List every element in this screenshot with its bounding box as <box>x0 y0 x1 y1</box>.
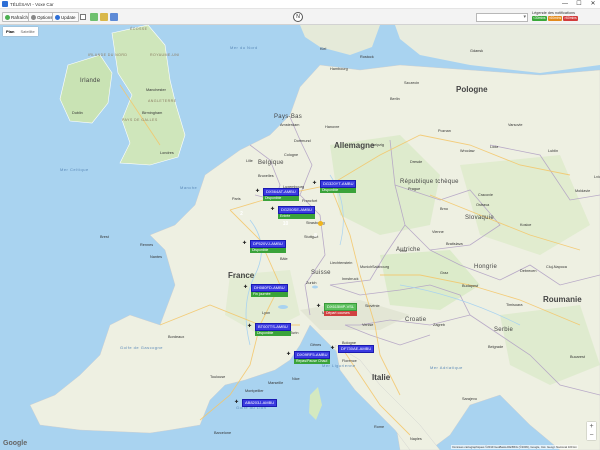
vehicle-name: AB8203J-AMBU <box>242 399 278 407</box>
vehicle-marker[interactable]: ✚ DX564AT-AMBU Disponible <box>253 188 299 201</box>
legend-item: <30mins <box>532 16 547 21</box>
vehicle-label: DH080FD-AMBU Fin journée <box>251 284 288 297</box>
vehicle-label: DG250SE-AMBU Entrée <box>278 206 315 219</box>
map-type-plan[interactable]: Plan <box>3 27 17 36</box>
vehicle-name: DH080FD-AMBU <box>251 284 288 292</box>
vehicle-name: DF730AE-AMBU <box>338 345 375 353</box>
ambulance-icon: ✚ <box>316 303 321 308</box>
vehicle-marker[interactable]: ✚ DX615MP-VSL Départ courses <box>314 303 358 316</box>
vehicle-label: DP520VJ-AMBU Disponible <box>250 240 286 253</box>
chevron-down-icon[interactable]: ▾ <box>523 14 526 21</box>
vehicle-marker[interactable]: ✚ DP520VJ-AMBU Disponible <box>240 240 286 253</box>
vehicle-marker[interactable]: ✚ DG250SE-AMBU Entrée <box>268 206 315 219</box>
vehicle-label: DX09RF5-AMBU Repas/Pause Chauf. <box>294 351 331 364</box>
vehicle-status: Entrée <box>278 214 315 219</box>
map-type-switch: Plan Satellite <box>3 27 38 36</box>
vehicle-name: BT007TS-AMBU <box>255 323 291 331</box>
vehicle-status: Disponible <box>263 196 299 201</box>
update-button[interactable]: Update <box>52 12 79 22</box>
vehicle-marker[interactable]: ✚ DG320YT-AMBU Disponible <box>310 180 357 193</box>
ambulance-icon: ✚ <box>286 351 291 356</box>
ambulance-icon: ✚ <box>242 240 247 245</box>
toolbar-checkbox[interactable] <box>80 14 86 20</box>
cluster-count: 2 <box>240 211 243 217</box>
vehicle-marker[interactable]: ✚ DX09RF5-AMBU Repas/Pause Chauf. <box>284 351 331 364</box>
vehicle-cluster[interactable]: 10 <box>281 220 290 229</box>
toolbar: Rafraîchir Options Update N ▾ Légende de… <box>0 9 600 25</box>
zoom-in-button[interactable]: + <box>587 422 596 431</box>
legend-item: >60mins <box>563 16 578 21</box>
vehicle-name: DP520VJ-AMBU <box>250 240 286 248</box>
vehicle-label: DG320YT-AMBU Disponible <box>320 180 357 193</box>
ambulance-icon: ✚ <box>234 399 239 404</box>
ambulance-icon: ✚ <box>255 188 260 193</box>
vehicle-status: Disponible <box>255 331 291 336</box>
options-button-label: Options <box>37 14 53 20</box>
gear-icon <box>31 14 36 20</box>
route-icon[interactable] <box>110 13 118 21</box>
vehicle-marker[interactable]: ✚ DH080FD-AMBU Fin journée <box>241 284 288 297</box>
vehicle-name: DX564AT-AMBU <box>263 188 299 196</box>
vehicle-status: Disponible <box>250 248 286 253</box>
poi-marker[interactable] <box>318 221 323 226</box>
vehicle-label: DX564AT-AMBU Disponible <box>263 188 299 201</box>
vehicle-name: DG320YT-AMBU <box>320 180 357 188</box>
cluster-count: 10 <box>282 221 289 227</box>
ambulance-icon: ✚ <box>312 180 317 185</box>
legend-title: Légende des notifications <box>532 11 576 15</box>
vehicle-status: Fin journée <box>251 292 288 297</box>
legend-item: <60mins <box>547 16 563 21</box>
app-icon <box>2 1 8 7</box>
compass-icon[interactable]: N <box>293 12 303 22</box>
notification-legend: Légende des notifications <30mins <60mins… <box>532 11 600 24</box>
refresh-icon <box>5 14 10 20</box>
vehicle-name: DX615MP-VSL <box>324 303 358 311</box>
cluster-count: 8 <box>314 233 317 239</box>
vehicle-status: Départ courses <box>324 311 358 316</box>
ambulance-icon: ✚ <box>247 323 252 328</box>
vehicle-name: DX09RF5-AMBU <box>294 351 331 359</box>
vehicle-status: Disponible <box>320 188 357 193</box>
map-type-satellite[interactable]: Satellite <box>17 27 37 36</box>
ambulance-icon: ✚ <box>243 284 248 289</box>
vehicle-status: Repas/Pause Chauf. <box>294 359 331 364</box>
vehicle-label: BT007TS-AMBU Disponible <box>255 323 291 336</box>
window-controls: — ☐ ✕ <box>558 0 600 9</box>
vehicle-marker[interactable]: ✚ AB8203J-AMBU <box>232 399 278 407</box>
user-icon[interactable] <box>100 13 108 21</box>
vehicle-label: DF730AE-AMBU <box>338 345 375 353</box>
map-view[interactable]: Plan Satellite Allemagne France Pologne … <box>0 25 600 450</box>
window-titlebar: TÉLÉSAVI - Voxe Car — ☐ ✕ <box>0 0 600 9</box>
map-base-layer <box>29 25 600 450</box>
vehicle-label: AB8203J-AMBU <box>242 399 278 407</box>
window-title: TÉLÉSAVI - Voxe Car <box>10 1 54 7</box>
google-logo: Google <box>3 440 28 447</box>
vehicle-marker[interactable]: ✚ DF730AE-AMBU <box>328 345 375 353</box>
map-attribution: Données cartographiques ©2019 GeoBasis-D… <box>451 445 578 449</box>
search-input[interactable]: ▾ <box>476 13 528 22</box>
vehicle-cluster[interactable]: 2 <box>237 210 246 219</box>
maximize-icon[interactable]: ☐ <box>572 0 586 9</box>
zoom-out-button[interactable]: − <box>587 431 596 440</box>
legend-items: <30mins <60mins >60mins <box>532 16 600 21</box>
vehicle-name: DG250SE-AMBU <box>278 206 315 214</box>
update-icon <box>55 14 60 20</box>
vehicle-cluster[interactable]: 8 <box>311 232 320 241</box>
vehicle-marker[interactable]: ✚ BT007TS-AMBU Disponible <box>245 323 291 336</box>
zoom-control: + − <box>587 422 596 440</box>
update-button-label: Update <box>61 14 76 20</box>
layer-toggle-icon[interactable] <box>90 13 98 21</box>
ambulance-icon: ✚ <box>270 206 275 211</box>
minimize-icon[interactable]: — <box>558 0 572 9</box>
close-icon[interactable]: ✕ <box>586 0 600 9</box>
vehicle-label: DX615MP-VSL Départ courses <box>324 303 358 316</box>
